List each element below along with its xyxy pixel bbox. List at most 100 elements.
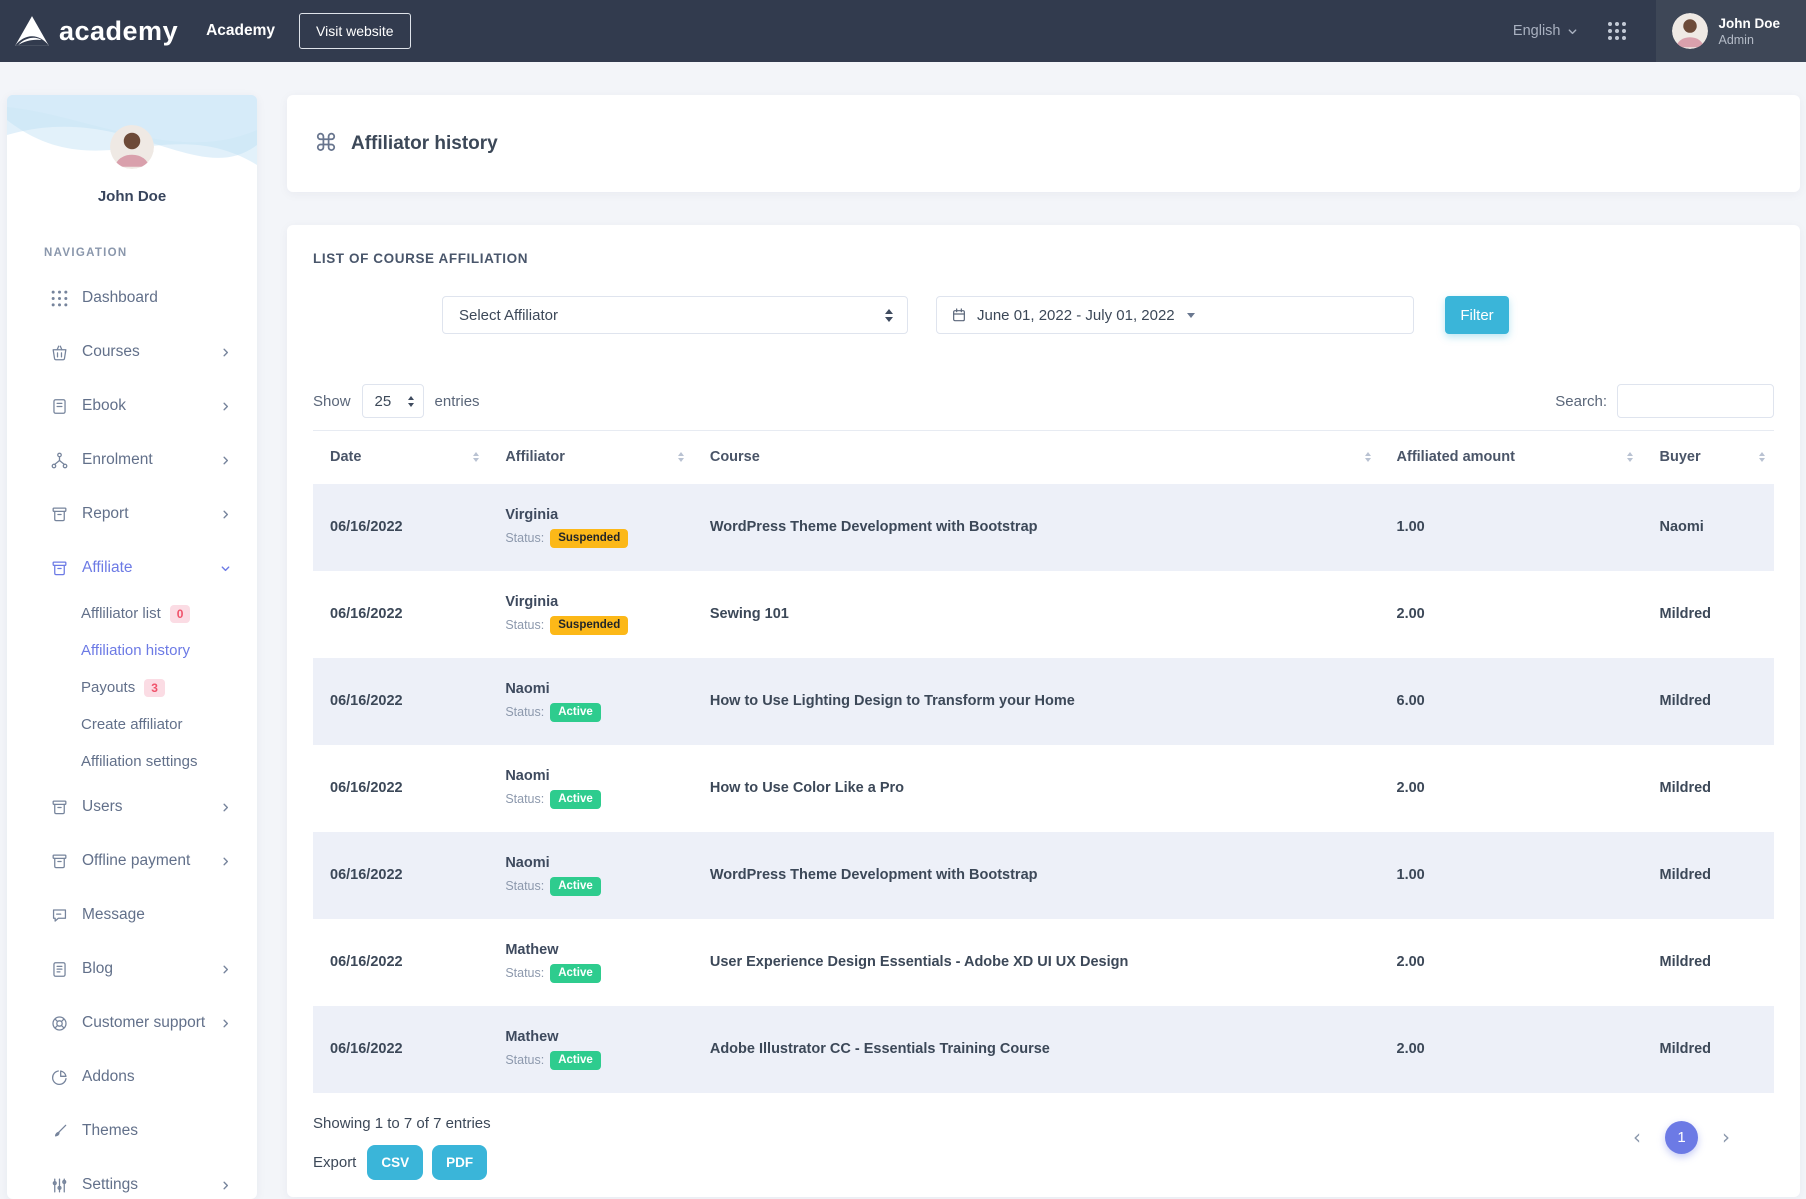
column-header-course[interactable]: Course [693,431,1380,484]
sidebar-item-customer-support[interactable]: Customer support [7,996,257,1050]
language-selector[interactable]: English [1513,23,1579,39]
cell-buyer: Mildred [1642,1006,1774,1093]
cell-affiliator: NaomiStatus:Active [488,832,693,919]
pagination-next-icon[interactable]: › [1722,1127,1730,1147]
sidebar-item-offline-payment[interactable]: Offline payment [7,834,257,888]
table-row: 06/16/2022MathewStatus:ActiveAdobe Illus… [313,1006,1774,1093]
calendar-icon [951,307,967,323]
settings-icon [50,1176,70,1195]
cell-course: Sewing 101 [693,571,1380,658]
status-badge: Active [550,703,601,722]
cell-affiliator: MathewStatus:Active [488,919,693,1006]
chevron-down-icon [220,563,231,574]
ebook-icon [50,397,70,416]
status-badge: Active [550,1051,601,1070]
status-label: Status: [505,966,544,980]
sidebar-item-dashboard[interactable]: Dashboard [7,271,257,325]
sort-icon [1759,452,1765,462]
affiliator-name: Naomi [505,681,683,697]
export-label: Export [313,1154,356,1171]
cell-affiliator: VirginiaStatus:Suspended [488,484,693,571]
chevron-down-icon [1567,26,1578,37]
sidebar-item-affiliate[interactable]: Affiliate [7,541,257,595]
cell-date: 06/16/2022 [313,571,488,658]
sort-icon [1365,452,1371,462]
search-input[interactable] [1617,384,1774,418]
academy-logo-icon [14,15,50,47]
nav-section-label: NAVIGATION [44,247,257,259]
cell-course: WordPress Theme Development with Bootstr… [693,832,1380,919]
affiliator-select-value: Select Affiliator [459,307,558,324]
sidebar-item-label: Enrolment [82,451,220,469]
sidebar-item-label: Themes [82,1122,231,1140]
sidebar-item-addons[interactable]: Addons [7,1050,257,1104]
column-header-affiliated-amount[interactable]: Affiliated amount [1380,431,1643,484]
sidebar-item-ebook[interactable]: Ebook [7,379,257,433]
sidebar-subitem-create-affiliator[interactable]: Create affiliator [7,706,257,743]
cell-affiliator: NaomiStatus:Active [488,658,693,745]
caret-down-icon [1187,313,1195,318]
sidebar-item-users[interactable]: Users [7,780,257,834]
pagination-prev-icon[interactable]: ‹ [1633,1127,1641,1147]
affiliation-table: DateAffiliatorCourseAffiliated amount Buy… [313,430,1774,1093]
sidebar-item-message[interactable]: Message [7,888,257,942]
sidebar-item-enrolment[interactable]: Enrolment [7,433,257,487]
sidebar-item-label: Settings [82,1176,220,1194]
table-row: 06/16/2022VirginiaStatus:SuspendedWordPr… [313,484,1774,571]
sort-icon [1627,452,1633,462]
chevron-right-icon [220,964,231,975]
chevron-right-icon [220,1018,231,1029]
sidebar-subitem-affliliator-list[interactable]: Affliliator list0 [7,595,257,632]
sidebar-subitem-payouts[interactable]: Payouts 3 [7,669,257,706]
pdf-export-button[interactable]: PDF [432,1145,487,1180]
affiliator-select[interactable]: Select Affiliator [442,296,908,334]
sidebar-item-label: Message [82,906,231,924]
sidebar-subitem-label: Create affiliator [81,716,182,733]
count-badge: 3 [144,679,165,697]
user-menu[interactable]: John Doe Admin [1656,0,1806,62]
users-icon [50,798,70,817]
cell-affiliated-amount: 2.00 [1380,919,1643,1006]
column-header-label: Buyer [1659,449,1700,465]
sidebar-item-courses[interactable]: Courses [7,325,257,379]
sidebar-item-report[interactable]: Report [7,487,257,541]
chevron-right-icon [220,856,231,867]
show-label: Show [313,393,351,410]
column-header-affiliator[interactable]: Affiliator [488,431,693,484]
cell-date: 06/16/2022 [313,1006,488,1093]
page-length-select[interactable]: 25 [362,384,424,418]
column-header-buyer[interactable]: Buyer [1642,431,1774,484]
column-header-date[interactable]: Date [313,431,488,484]
pagination: ‹ 1 › [1633,1121,1730,1154]
sidebar-subitem-affiliation-history[interactable]: Affiliation history [7,632,257,669]
apps-grid-icon[interactable] [1608,22,1626,40]
brand-logo[interactable]: academy [0,15,178,47]
cell-affiliated-amount: 6.00 [1380,658,1643,745]
sidebar-user-name: John Doe [7,188,257,205]
sidebar-item-label: Offline payment [82,852,220,870]
cell-buyer: Mildred [1642,571,1774,658]
date-range-picker[interactable]: June 01, 2022 - July 01, 2022 [936,296,1414,334]
sidebar-item-blog[interactable]: Blog [7,942,257,996]
sidebar-subitem-affiliation-settings[interactable]: Affiliation settings [7,743,257,780]
sidebar-item-themes[interactable]: Themes [7,1104,257,1158]
status-badge: Suspended [550,616,628,635]
sidebar-subitem-label: Payouts [81,679,135,696]
sidebar-item-label: Dashboard [82,289,231,307]
addons-icon [50,1068,70,1087]
visit-website-button[interactable]: Visit website [299,13,411,49]
cell-date: 06/16/2022 [313,658,488,745]
affiliator-name: Virginia [505,507,683,523]
filter-button[interactable]: Filter [1445,296,1509,334]
affiliator-name: Naomi [505,855,683,871]
cell-affiliator: NaomiStatus:Active [488,745,693,832]
pagination-page-1[interactable]: 1 [1665,1121,1698,1154]
status-badge: Active [550,964,601,983]
count-badge: 0 [170,605,191,623]
customer-support-icon [50,1014,70,1033]
csv-export-button[interactable]: CSV [367,1145,423,1180]
table-row: 06/16/2022MathewStatus:ActiveUser Experi… [313,919,1774,1006]
themes-icon [50,1122,70,1141]
sort-icon [473,452,479,462]
sidebar-item-settings[interactable]: Settings [7,1158,257,1199]
